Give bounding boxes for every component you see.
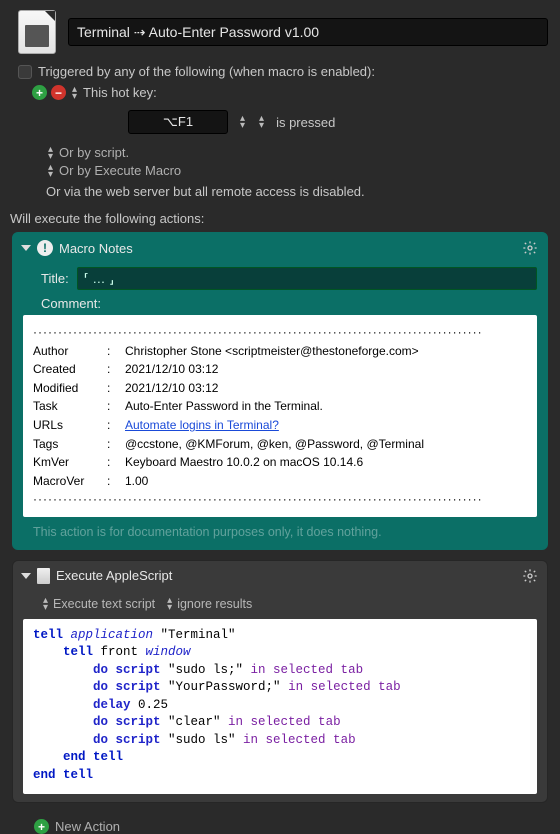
script-doc-icon [37, 568, 50, 584]
notes-comment-box[interactable]: ········································… [23, 315, 537, 517]
stepper-icon[interactable]: ▴▾ [240, 115, 245, 129]
notes-footer: This action is for documentation purpose… [23, 517, 537, 541]
hotkey-label: This hot key: [83, 85, 157, 100]
macro-doc-icon [18, 10, 56, 54]
or-by-script: ▴▾ Or by script. [46, 145, 542, 160]
info-icon: ! [37, 240, 53, 256]
trigger-hotkey-row: + − ▴▾ This hot key: [32, 85, 542, 100]
disclosure-icon[interactable] [21, 573, 31, 579]
script-options: ▴▾ Execute text script ▴▾ ignore results [23, 593, 537, 619]
action-title: Macro Notes [59, 241, 133, 256]
actions-label: Will execute the following actions: [0, 207, 560, 230]
or-via-web-server: Or via the web server but all remote acc… [46, 184, 542, 199]
stepper-icon[interactable]: ▴▾ [72, 86, 77, 100]
stepper-icon[interactable]: ▴▾ [48, 164, 53, 178]
macro-notes-action[interactable]: ! Macro Notes Title: Comment: ··········… [12, 232, 548, 550]
notes-title-input[interactable] [77, 267, 537, 290]
trigger-enabled-checkbox[interactable] [18, 65, 32, 79]
stepper-icon[interactable]: ▴▾ [259, 115, 264, 129]
pressed-label: is pressed [276, 115, 335, 130]
new-action-button[interactable]: + New Action [0, 813, 560, 834]
header [0, 0, 560, 60]
script-text[interactable]: tell application "Terminal" tell front w… [23, 619, 537, 795]
or-by-execute-macro: ▴▾ Or by Execute Macro [46, 163, 542, 178]
gear-icon[interactable] [521, 567, 539, 585]
trigger-section: Triggered by any of the following (when … [0, 60, 560, 207]
results-mode-select[interactable]: ▴▾ ignore results [165, 597, 252, 611]
gear-icon[interactable] [521, 239, 539, 257]
trigger-enabled-label: Triggered by any of the following (when … [38, 64, 375, 79]
add-icon: + [34, 819, 49, 834]
macro-title-input[interactable] [68, 18, 548, 46]
remove-trigger-icon[interactable]: − [51, 85, 66, 100]
hotkey-field[interactable]: ⌥F1 [128, 110, 228, 134]
disclosure-icon[interactable] [21, 245, 31, 251]
notes-title-label: Title: [41, 271, 69, 286]
notes-url-link[interactable]: Automate logins in Terminal? [125, 418, 279, 432]
add-trigger-icon[interactable]: + [32, 85, 47, 100]
notes-comment-label: Comment: [41, 296, 537, 311]
execute-applescript-action[interactable]: Execute AppleScript ▴▾ Execute text scri… [12, 560, 548, 804]
action-title: Execute AppleScript [56, 568, 172, 583]
stepper-icon[interactable]: ▴▾ [48, 146, 53, 160]
execute-mode-select[interactable]: ▴▾ Execute text script [41, 597, 155, 611]
